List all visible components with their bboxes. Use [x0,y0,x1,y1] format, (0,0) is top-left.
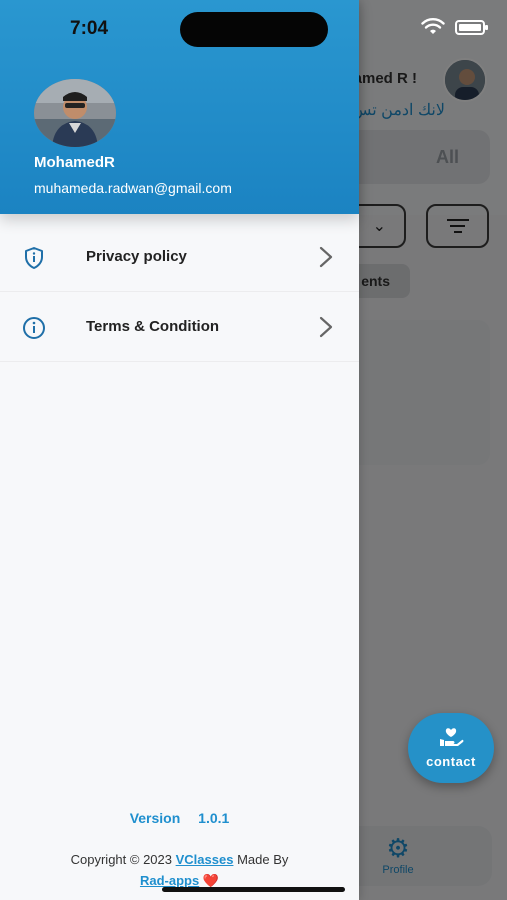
copyright-notice: Copyright © 2023 VClasses Made By Rad-ap… [0,849,359,891]
maker-link[interactable]: Rad-apps [140,873,199,888]
version-label: Version [129,810,181,826]
menu-item-terms-condition[interactable]: Terms & Condition [0,292,359,362]
battery-icon [455,19,488,35]
hand-heart-icon [437,727,465,752]
user-email: muhameda.radwan@gmail.com [34,180,232,196]
status-icons [421,18,488,36]
menu-item-privacy-policy[interactable]: Privacy policy [0,222,359,292]
side-drawer: 7:04 MohamedR muhameda.radwan@gmail.com [0,0,359,900]
menu-item-label: Terms & Condition [86,318,220,335]
user-name: MohamedR [34,154,115,171]
info-circle-icon [23,317,45,339]
heart-icon: ❤️ [202,873,220,888]
contact-button[interactable]: contact [408,713,494,783]
app-version: Version 1.0.1 [0,810,359,826]
drawer-menu: Privacy policy Terms & Condition [0,222,359,362]
avatar[interactable] [34,79,116,147]
dynamic-island [180,12,328,47]
made-by-text: Made By [237,852,289,867]
wifi-icon [421,18,445,34]
shield-info-icon [25,247,43,269]
drawer-header: 7:04 MohamedR muhameda.radwan@gmail.com [0,0,359,214]
copyright-text: Copyright © 2023 [70,852,172,867]
menu-item-label: Privacy policy [86,248,187,265]
status-time: 7:04 [70,18,109,39]
company-link[interactable]: VClasses [176,852,234,867]
chevron-right-icon [319,246,333,268]
home-indicator[interactable] [162,887,345,892]
chevron-right-icon [319,316,333,338]
version-number: 1.0.1 [198,810,230,826]
